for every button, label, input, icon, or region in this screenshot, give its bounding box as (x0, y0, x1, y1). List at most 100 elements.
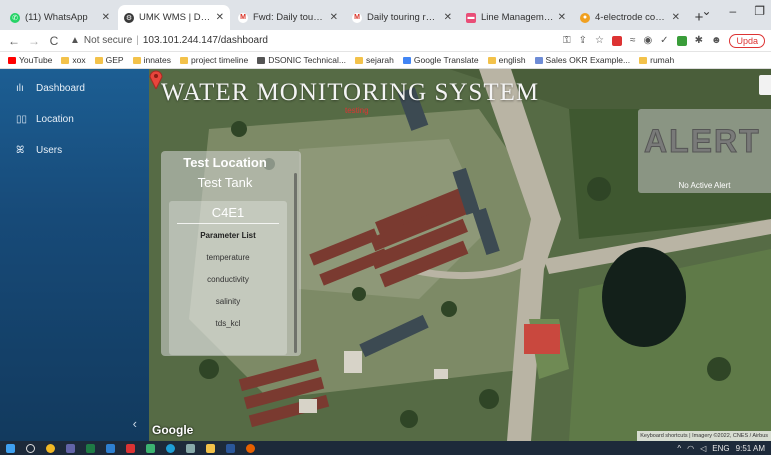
map-attribution[interactable]: Keyboard shortcuts | Imagery ©2022, CNES… (637, 431, 771, 441)
parameter-item: tds_kcl (215, 319, 241, 328)
chrome-icon[interactable] (46, 443, 55, 453)
folder-icon (180, 56, 189, 64)
sensor-divider (177, 223, 279, 224)
windows-start-icon[interactable] (6, 443, 15, 453)
sensor-id: C4E1 (211, 205, 245, 220)
alert-message: No Active Alert (678, 181, 731, 190)
speaker-icon[interactable]: ◁ (700, 444, 706, 453)
close-icon[interactable]: ✕ (672, 12, 680, 23)
folder-icon (354, 56, 363, 64)
app-icon[interactable] (186, 443, 195, 453)
site-icon: ● (580, 12, 590, 23)
share-icon[interactable]: ⇪ (579, 35, 587, 46)
alert-panel: ALERT No Active Alert (638, 109, 771, 193)
window-controls: ⌄ – ❐ (701, 4, 765, 18)
system-tray: ^ ◠ ◁ ENG 9:51 AM (677, 441, 765, 455)
close-icon[interactable]: ✕ (444, 12, 452, 23)
google-logo: Google (152, 423, 194, 437)
location-title: Test Location (183, 155, 267, 170)
bookmark-gep[interactable]: GEP (94, 55, 124, 65)
files-icon[interactable] (106, 443, 115, 453)
back-arrow-icon[interactable]: ← (6, 34, 22, 48)
security-status: Not secure (83, 35, 133, 46)
folder-icon (639, 56, 648, 64)
sidebar-collapse-button[interactable]: ‹ (133, 416, 137, 431)
language-indicator[interactable]: ENG (712, 444, 729, 453)
star-icon[interactable]: ☆ (595, 35, 604, 46)
extension-circle-icon[interactable]: ◉ (643, 35, 652, 46)
close-icon[interactable]: ✕ (102, 12, 110, 23)
app-icon[interactable] (146, 443, 155, 453)
word-icon[interactable] (226, 443, 235, 453)
bookmark-sejarah[interactable]: sejarah (354, 55, 394, 65)
teams-icon[interactable] (66, 443, 75, 453)
browser-tab-whatsapp[interactable]: ✆ (11) WhatsApp ✕ (4, 5, 116, 30)
url-input[interactable]: ▲ Not secure | 103.101.244.147/dashboard (70, 32, 563, 50)
key-icon[interactable]: ⚿ (563, 35, 571, 46)
site-icon: ⚙ (124, 12, 134, 23)
folder-icon[interactable] (206, 443, 215, 453)
tab-search-icon[interactable]: ⌄ (701, 4, 711, 18)
panel-scrollbar[interactable] (294, 173, 297, 353)
pdf-extension-icon[interactable] (611, 35, 622, 46)
folder-icon (132, 56, 141, 64)
parameter-list-title: Parameter List (200, 231, 256, 240)
extension-leaf-icon[interactable]: ✓ (660, 35, 668, 46)
app-container: ılı Dashboard ▯▯ Location ꕤ Users ‹ WATE… (0, 69, 771, 441)
url-separator: | (136, 35, 139, 46)
forward-arrow-icon[interactable]: → (26, 34, 42, 48)
reload-icon[interactable]: C (46, 34, 62, 48)
bookmark-google-translate[interactable]: Google Translate (402, 55, 479, 65)
translate-extension-icon[interactable]: ≈ (630, 35, 636, 46)
bookmark-project-timeline[interactable]: project timeline (180, 55, 248, 65)
sidebar-item-users[interactable]: ꕤ Users (0, 135, 149, 166)
page-icon (257, 56, 266, 64)
sidebar-item-location[interactable]: ▯▯ Location (0, 104, 149, 135)
sensor-card[interactable]: C4E1 Parameter List temperature conducti… (169, 201, 287, 355)
bookmark-xox[interactable]: xox (61, 55, 86, 65)
parameter-item: temperature (206, 253, 250, 262)
close-icon[interactable]: ✕ (330, 12, 338, 23)
restore-icon[interactable]: ❐ (754, 4, 765, 18)
bookmark-english[interactable]: english (487, 55, 526, 65)
acrobat-icon[interactable] (126, 443, 135, 453)
browser-tab-gmail-fwd[interactable]: M Fwd: Daily touring report ✕ (232, 5, 344, 30)
bookmark-sales-okr[interactable]: Sales OKR Example... (534, 55, 630, 65)
warning-icon: ▲ (70, 35, 80, 46)
firefox-icon[interactable] (246, 443, 255, 453)
bar-chart-icon: ılı (16, 83, 24, 94)
close-icon[interactable]: ✕ (216, 12, 224, 23)
extension-green-icon[interactable] (676, 35, 687, 46)
doc-icon: ▬ (466, 12, 476, 23)
map-fullscreen-button[interactable] (759, 75, 771, 95)
excel-icon[interactable] (86, 443, 95, 453)
browser-tab-dashboard[interactable]: ⚙ UMK WMS | Dashboard ✕ (118, 5, 230, 30)
browser-tab-conductivity[interactable]: ● 4-electrode conductivity ✕ (574, 5, 686, 30)
os-taskbar: ^ ◠ ◁ ENG 9:51 AM (0, 441, 771, 455)
profile-avatar-icon[interactable]: ☻ (711, 35, 722, 46)
edge-icon[interactable] (166, 443, 175, 453)
bookmark-youtube[interactable]: YouTube (8, 55, 52, 65)
toolbar-right: ⚿ ⇪ ☆ ≈ ◉ ✓ ✱ ☻ Upda (563, 33, 765, 48)
close-icon[interactable]: ✕ (558, 12, 566, 23)
page-title: WATER MONITORING SYSTEM (161, 79, 540, 106)
minimize-icon[interactable]: – (730, 4, 737, 18)
browser-tab-gmail-report[interactable]: M Daily touring report fo ✕ (346, 5, 458, 30)
search-icon[interactable] (26, 443, 35, 453)
whatsapp-icon: ✆ (10, 12, 20, 23)
update-button[interactable]: Upda (729, 33, 765, 48)
chevron-up-icon[interactable]: ^ (677, 444, 681, 453)
satellite-map[interactable]: WATER MONITORING SYSTEM testing Test Loc… (149, 69, 771, 441)
url-text: 103.101.244.147/dashboard (142, 35, 268, 46)
puzzle-icon[interactable]: ✱ (695, 35, 703, 46)
clock[interactable]: 9:51 AM (736, 444, 765, 453)
sidebar-item-dashboard[interactable]: ılı Dashboard (0, 73, 149, 104)
wifi-icon[interactable]: ◠ (687, 444, 694, 453)
bookmark-dsonic[interactable]: DSONIC Technical... (257, 55, 346, 65)
tank-name: Test Tank (197, 175, 253, 190)
youtube-icon (8, 56, 16, 64)
bookmark-innates[interactable]: innates (132, 55, 171, 65)
map-pin-icon[interactable] (149, 69, 163, 89)
bookmark-rumah[interactable]: rumah (639, 55, 674, 65)
browser-tab-line-management[interactable]: ▬ Line Management - X ✕ (460, 5, 572, 30)
